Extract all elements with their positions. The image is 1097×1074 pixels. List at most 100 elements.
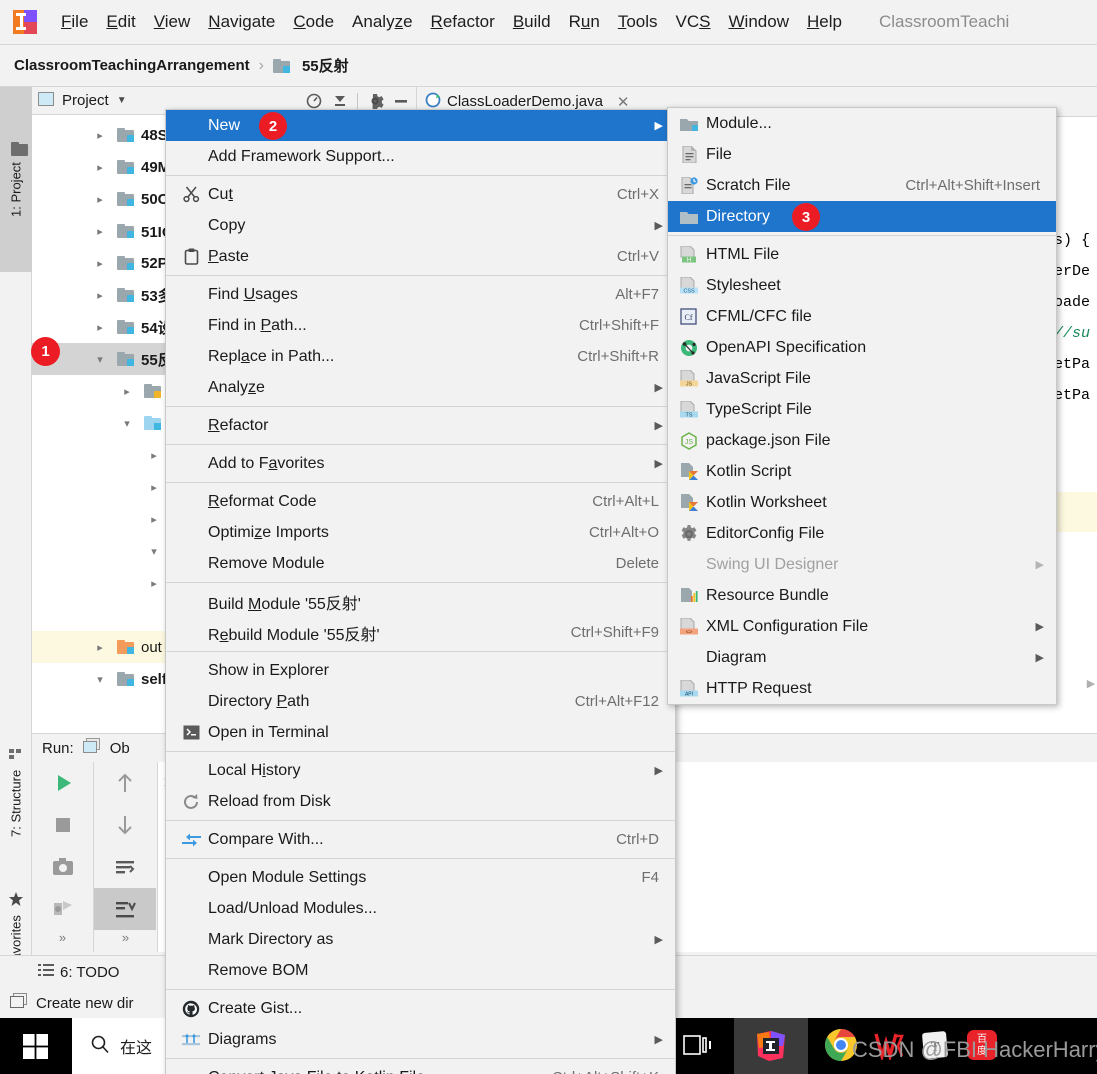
print-snapshot-button[interactable] (32, 846, 94, 888)
context-menu-item-optimize-imports[interactable]: Optimize Imports Ctrl+Alt+O (166, 517, 675, 548)
soft-wrap-button[interactable] (94, 846, 156, 888)
sidebar-tab-project[interactable]: 1: Project (0, 87, 32, 272)
context-menu-item-find-in-path[interactable]: Find in Path... Ctrl+Shift+F (166, 310, 675, 341)
menu-code[interactable]: Code (284, 8, 343, 36)
tree-expand-arrow-open[interactable]: ▾ (120, 417, 134, 430)
tree-expand-arrow-closed[interactable]: ▸ (93, 161, 107, 174)
new-submenu-item-kotlin-worksheet[interactable]: Kotlin Worksheet (668, 487, 1056, 518)
new-submenu-item-module[interactable]: Module... (668, 108, 1056, 139)
context-menu-item-find-usages[interactable]: Find Usages Alt+F7 (166, 279, 675, 310)
menu-refactor[interactable]: Refactor (422, 8, 504, 36)
scroll-to-end-button[interactable] (94, 888, 156, 930)
context-menu-item-add-framework-support[interactable]: Add Framework Support... (166, 141, 675, 172)
hide-icon[interactable] (392, 92, 410, 110)
context-menu-item-load-unload-modules[interactable]: Load/Unload Modules... (166, 893, 675, 924)
new-submenu-item-file[interactable]: File (668, 139, 1056, 170)
red-app-taskbar-icon[interactable]: 百度 (966, 1029, 998, 1064)
context-menu-item-add-to-favorites[interactable]: Add to Favorites ▶ (166, 448, 675, 479)
run-toolbar-left-more[interactable]: » (32, 930, 93, 945)
new-submenu-item-resource-bundle[interactable]: Resource Bundle (668, 580, 1056, 611)
settings-gear-icon[interactable] (366, 92, 384, 110)
menu-build[interactable]: Build (504, 8, 560, 36)
new-submenu-item-package-json-file[interactable]: JS package.json File (668, 425, 1056, 456)
sidebar-tab-structure[interactable]: 7: Structure (0, 727, 32, 857)
context-menu-item-directory-path[interactable]: Directory Path Ctrl+Alt+F12 (166, 686, 675, 717)
context-menu-item-build-module-55[interactable]: Build Module '55反射' (166, 586, 675, 617)
new-submenu-item-xml-configuration-file[interactable]: <> XML Configuration File ▶ (668, 611, 1056, 642)
context-menu-item-refactor[interactable]: Refactor ▶ (166, 410, 675, 441)
menu-file[interactable]: File (52, 8, 97, 36)
context-menu-item-mark-directory-as[interactable]: Mark Directory as ▶ (166, 924, 675, 955)
context-menu-item-open-module-settings[interactable]: Open Module Settings F4 (166, 862, 675, 893)
run-toolbar-right-more[interactable]: » (94, 930, 157, 945)
context-menu-item-convert-java-file-to-kotlin-file[interactable]: Convert Java File to Kotlin FileCtrl+Alt… (166, 1062, 675, 1074)
windows-start-icon[interactable] (0, 1018, 72, 1074)
dump-threads-button[interactable] (32, 888, 94, 930)
context-menu-item-create-gist[interactable]: Create Gist... (166, 993, 675, 1024)
new-submenu-item-directory[interactable]: Directory (668, 201, 1056, 232)
context-menu-item-remove-bom[interactable]: Remove BOM (166, 955, 675, 986)
bottom-tab-todo[interactable]: 6: TODO (38, 963, 119, 981)
menu-navigate[interactable]: Navigate (199, 8, 284, 36)
new-submenu-item-kotlin-script[interactable]: Kotlin Script (668, 456, 1056, 487)
new-submenu-item-scratch-file[interactable]: Scratch File Ctrl+Alt+Shift+Insert (668, 170, 1056, 201)
menu-vcs[interactable]: VCS (667, 8, 720, 36)
menu-run[interactable]: Run (560, 8, 609, 36)
context-menu-item-rebuild-module-55[interactable]: Rebuild Module '55反射' Ctrl+Shift+F9 (166, 617, 675, 648)
new-submenu-item-stylesheet[interactable]: CSS Stylesheet (668, 270, 1056, 301)
context-menu-item-reload-from-disk[interactable]: Reload from Disk (166, 786, 675, 817)
intellij-idea-taskbar-icon[interactable] (734, 1018, 808, 1074)
stop-button[interactable] (32, 804, 94, 846)
context-menu-item-compare-with[interactable]: Compare With... Ctrl+D (166, 824, 675, 855)
locate-icon[interactable] (305, 92, 323, 110)
menu-analyze[interactable]: Analyze (343, 8, 422, 36)
collapse-all-icon[interactable] (331, 92, 349, 110)
new-submenu-item-editorconfig-file[interactable]: EditorConfig File (668, 518, 1056, 549)
down-stack-button[interactable] (94, 804, 156, 846)
context-menu-item-open-in-terminal[interactable]: Open in Terminal (166, 717, 675, 748)
context-menu-item-replace-in-path[interactable]: Replace in Path... Ctrl+Shift+R (166, 341, 675, 372)
context-menu-item-paste[interactable]: Paste Ctrl+V (166, 241, 675, 272)
run-config-name[interactable]: Ob (110, 740, 130, 757)
context-menu-item-diagrams[interactable]: Diagrams ▶ (166, 1024, 675, 1055)
tree-expand-arrow-closed[interactable]: ▸ (93, 225, 107, 238)
context-menu-item-local-history[interactable]: Local History ▶ (166, 755, 675, 786)
menu-edit[interactable]: Edit (97, 8, 144, 36)
chrome-taskbar-icon[interactable] (824, 1028, 858, 1065)
tree-expand-arrow-closed[interactable]: ▸ (147, 449, 161, 462)
new-submenu-item-diagram[interactable]: Diagram ▶ (668, 642, 1056, 673)
new-submenu-item-typescript-file[interactable]: TS TypeScript File (668, 394, 1056, 425)
project-view-dropdown-icon[interactable]: ▼ (117, 95, 127, 106)
context-menu-item-cut[interactable]: Cut Ctrl+X (166, 179, 675, 210)
context-menu-item-reformat-code[interactable]: Reformat Code Ctrl+Alt+L (166, 486, 675, 517)
rerun-button[interactable] (32, 762, 94, 804)
tree-expand-arrow-closed[interactable]: ▸ (147, 481, 161, 494)
tree-expand-arrow-closed[interactable]: ▸ (147, 577, 161, 590)
up-stack-button[interactable] (94, 762, 156, 804)
tree-expand-arrow-closed[interactable]: ▸ (93, 193, 107, 206)
tree-expand-arrow-closed[interactable]: ▸ (93, 129, 107, 142)
context-menu-item-new[interactable]: New ▶ (166, 110, 675, 141)
context-menu-item-show-in-explorer[interactable]: Show in Explorer (166, 655, 675, 686)
new-submenu-item-swing-ui-designer[interactable]: Swing UI Designer ▶ (668, 549, 1056, 580)
text-editor-taskbar-icon[interactable]: T (920, 1030, 950, 1063)
context-menu-item-copy[interactable]: Copy ▶ (166, 210, 675, 241)
context-menu-item-remove-module[interactable]: Remove Module Delete (166, 548, 675, 579)
new-submenu-item-openapi-specification[interactable]: OpenAPI Specification (668, 332, 1056, 363)
new-submenu-item-javascript-file[interactable]: JS JavaScript File (668, 363, 1056, 394)
menu-view[interactable]: View (145, 8, 200, 36)
editor-scroll-indicator[interactable]: ▶ (1085, 677, 1097, 699)
tree-expand-arrow-closed[interactable]: ▸ (93, 321, 107, 334)
close-x-icon[interactable]: ✕ (617, 93, 630, 111)
breadcrumb-project[interactable]: ClassroomTeachingArrangement (14, 57, 250, 74)
new-submenu-item-html-file[interactable]: H HTML File (668, 239, 1056, 270)
menu-help[interactable]: Help (798, 8, 851, 36)
new-submenu-item-http-request[interactable]: API HTTP Request (668, 673, 1056, 704)
menu-window[interactable]: Window (720, 8, 798, 36)
tree-expand-arrow-open[interactable]: ▾ (93, 353, 107, 366)
tree-expand-arrow-closed[interactable]: ▸ (93, 289, 107, 302)
tree-expand-arrow-closed[interactable]: ▸ (120, 385, 134, 398)
context-menu-item-analyze[interactable]: Analyze ▶ (166, 372, 675, 403)
tree-expand-arrow-closed[interactable]: ▸ (93, 257, 107, 270)
new-submenu-item-cfml-cfc-file[interactable]: Cf CFML/CFC file (668, 301, 1056, 332)
